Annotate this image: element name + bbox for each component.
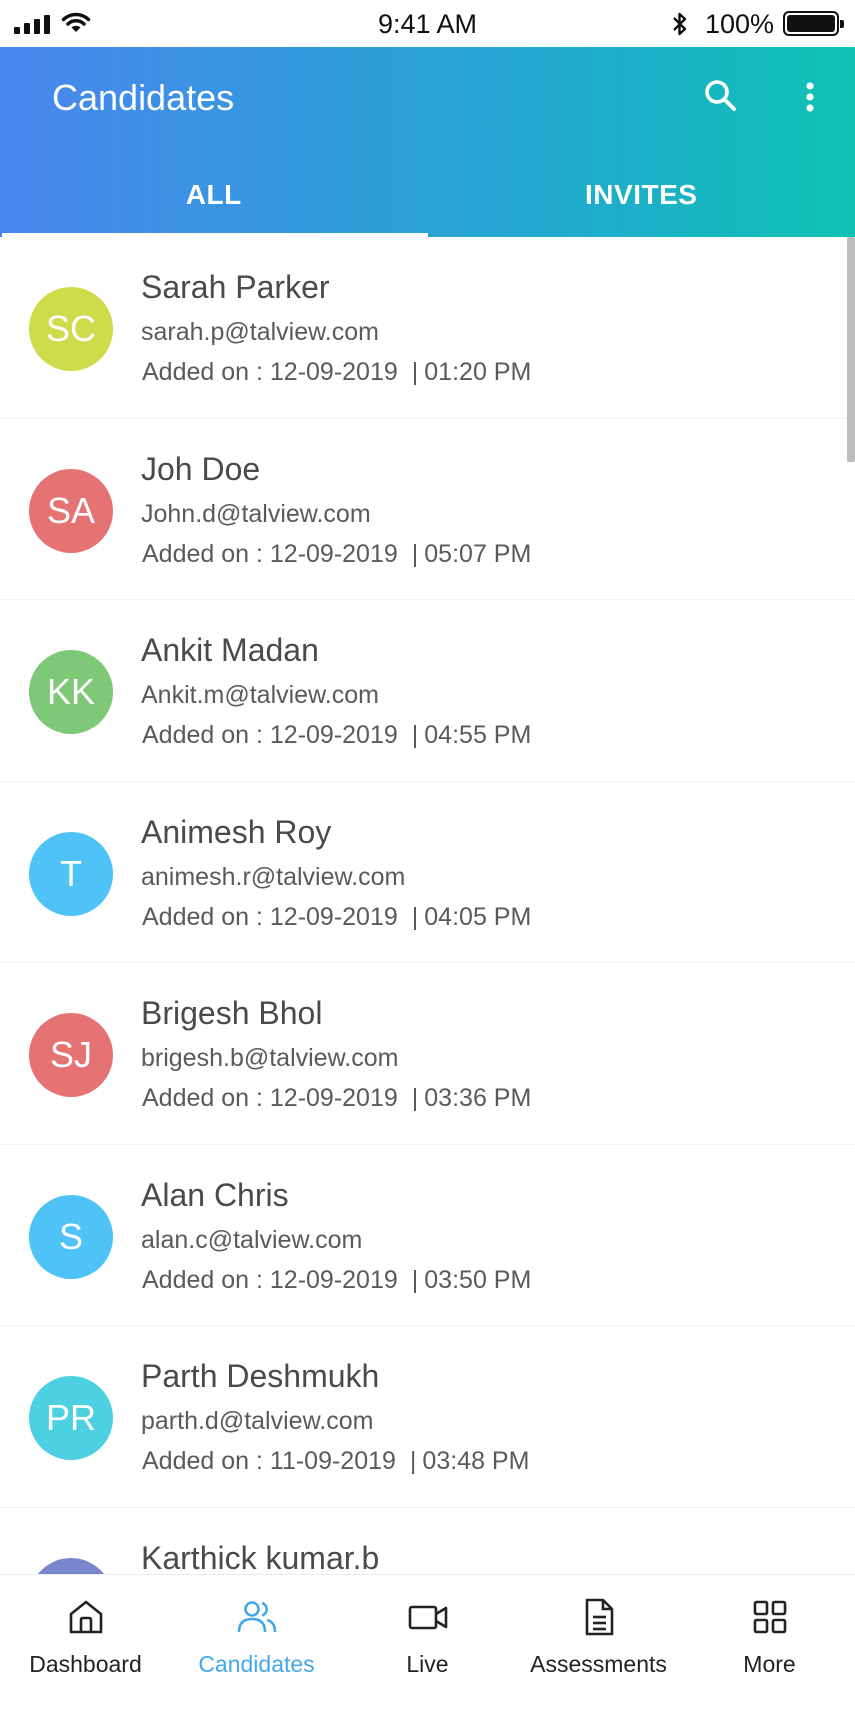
tab-invites[interactable]: INVITES	[428, 167, 855, 237]
added-label: Added on :	[142, 358, 263, 386]
candidate-email: parth.d@talview.com	[141, 1407, 374, 1435]
candidate-added: Added on : 12-09-2019 | 03:50 PM	[142, 1265, 532, 1294]
candidate-name: Alan Chris	[141, 1176, 289, 1213]
added-time: 03:48 PM	[422, 1447, 530, 1475]
list-item[interactable]: KK Ankit Madan Ankit.m@talview.com Added…	[0, 600, 855, 782]
candidate-added: Added on : 11-09-2019 | 03:48 PM	[142, 1447, 530, 1475]
candidate-name: Joh Doe	[141, 450, 261, 487]
app-header: Candidates ALL INVITES	[0, 47, 855, 237]
nav-candidates-label: Candidates	[198, 1651, 315, 1677]
nav-assessments[interactable]: Assessments	[513, 1575, 684, 1710]
avatar: T	[29, 831, 113, 916]
candidate-list[interactable]: SC Sarah Parker sarah.p@talview.com Adde…	[0, 237, 855, 1574]
added-date: 12-09-2019	[269, 902, 398, 931]
nav-more-label: More	[743, 1651, 796, 1677]
status-bar: 9:41 AM 100%	[0, 0, 855, 47]
candidate-name: Ankit Madan	[141, 632, 319, 668]
nav-candidates[interactable]: Candidates	[171, 1575, 342, 1710]
bottom-nav: Dashboard Candidates Live Assessments Mo…	[0, 1574, 855, 1710]
candidate-added: Added on : 12-09-2019 | 05:07 PM	[142, 539, 532, 568]
candidate-email: sarah.p@talview.com	[141, 318, 379, 346]
candidate-added: Added on : 12-09-2019 | 03:36 PM	[142, 1084, 532, 1112]
nav-assessments-label: Assessments	[530, 1651, 667, 1677]
added-date: 12-09-2019	[269, 539, 398, 568]
added-label: Added on :	[142, 1447, 263, 1475]
nav-more[interactable]: More	[684, 1575, 855, 1710]
avatar: SJ	[29, 1013, 113, 1097]
added-date: 12-09-2019	[269, 721, 398, 749]
list-item[interactable]: SA Joh Doe John.d@talview.com Added on :…	[0, 419, 855, 600]
list-scrollbar[interactable]	[847, 237, 855, 462]
added-date: 12-09-2019	[269, 1265, 398, 1294]
list-item[interactable]: PR Parth Deshmukh parth.d@talview.com Ad…	[0, 1326, 855, 1508]
avatar	[29, 1557, 113, 1574]
candidate-name: Parth Deshmukh	[141, 1358, 380, 1394]
added-label: Added on :	[142, 539, 263, 568]
candidate-name: Brigesh Bhol	[141, 995, 323, 1031]
candidate-email: brigesh.b@talview.com	[141, 1044, 399, 1072]
video-camera-icon	[408, 1605, 447, 1630]
more-vertical-icon[interactable]	[790, 77, 830, 119]
avatar: SC	[29, 287, 113, 371]
list-item[interactable]: T Animesh Roy animesh.r@talview.com Adde…	[0, 782, 855, 963]
candidate-name: Sarah Parker	[141, 269, 330, 305]
search-icon[interactable]	[700, 75, 742, 117]
bluetooth-icon	[673, 12, 687, 36]
nav-live[interactable]: Live	[342, 1575, 513, 1710]
candidate-email: alan.c@talview.com	[141, 1225, 363, 1254]
tab-bar: ALL INVITES	[0, 167, 855, 237]
list-item[interactable]: S Alan Chris alan.c@talview.com Added on…	[0, 1145, 855, 1326]
nav-live-label: Live	[406, 1651, 449, 1677]
home-icon	[69, 1600, 102, 1634]
nav-dashboard-label: Dashboard	[29, 1651, 142, 1677]
avatar: S	[29, 1194, 113, 1279]
battery-percentage: 100%	[705, 9, 775, 39]
added-time: 03:36 PM	[424, 1084, 532, 1112]
candidate-email: Ankit.m@talview.com	[141, 681, 379, 709]
added-label: Added on :	[142, 1084, 263, 1112]
avatar: SA	[29, 468, 113, 553]
page-title: Candidates	[52, 77, 235, 118]
battery-icon	[783, 11, 844, 36]
added-label: Added on :	[142, 721, 263, 749]
tab-all[interactable]: ALL	[0, 167, 428, 237]
added-date: 11-09-2019	[269, 1447, 396, 1475]
added-time: 03:50 PM	[424, 1265, 532, 1294]
added-time: 04:05 PM	[424, 902, 532, 931]
nav-dashboard[interactable]: Dashboard	[0, 1575, 171, 1710]
added-time: 05:07 PM	[424, 539, 532, 568]
candidate-email: animesh.r@talview.com	[141, 862, 406, 891]
added-date: 12-09-2019	[269, 1084, 398, 1112]
candidate-added: Added on : 12-09-2019 | 04:55 PM	[142, 721, 532, 749]
avatar: KK	[29, 650, 113, 734]
added-time: 01:20 PM	[424, 358, 532, 386]
added-label: Added on :	[142, 902, 263, 931]
avatar: PR	[29, 1376, 113, 1460]
added-time: 04:55 PM	[424, 721, 532, 749]
candidate-added: Added on : 12-09-2019 | 04:05 PM	[142, 902, 532, 931]
list-item[interactable]: SC Sarah Parker sarah.p@talview.com Adde…	[0, 237, 855, 419]
list-item[interactable]: Karthick kumar.b	[0, 1508, 855, 1575]
added-label: Added on :	[142, 1265, 263, 1294]
document-icon	[585, 1598, 613, 1636]
candidate-email: John.d@talview.com	[141, 499, 371, 528]
grid-icon	[753, 1600, 786, 1634]
list-item[interactable]: SJ Brigesh Bhol brigesh.b@talview.com Ad…	[0, 963, 855, 1145]
candidate-name: Animesh Roy	[141, 813, 332, 850]
users-icon	[237, 1601, 276, 1633]
added-date: 12-09-2019	[269, 358, 398, 386]
candidate-added: Added on : 12-09-2019 | 01:20 PM	[142, 358, 532, 386]
candidate-name: Karthick kumar.b	[141, 1539, 380, 1575]
